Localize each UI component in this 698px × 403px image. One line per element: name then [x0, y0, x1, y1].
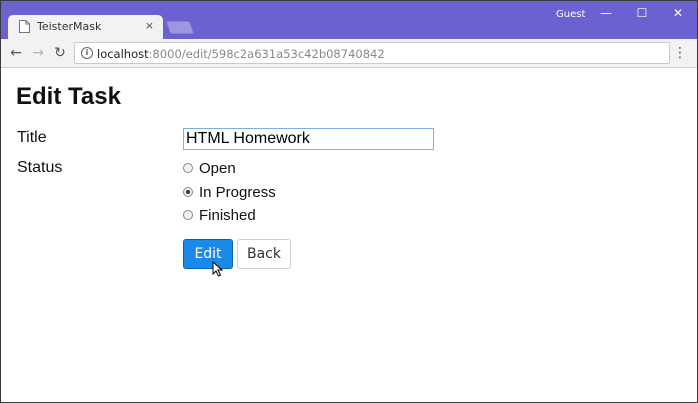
minimize-icon[interactable]: —: [596, 6, 616, 22]
status-option-open[interactable]: Open: [183, 159, 236, 177]
title-input[interactable]: [183, 128, 434, 150]
reload-icon[interactable]: ↻: [52, 44, 68, 62]
status-option-in-progress[interactable]: In Progress: [183, 183, 276, 201]
menu-icon[interactable]: ⋮: [673, 43, 687, 63]
status-radio-in-progress[interactable]: [183, 187, 193, 197]
mouse-cursor-icon: [212, 261, 224, 277]
status-option-label: Open: [199, 159, 236, 177]
url-path: :8000/edit/598c2a631a53c42b08740842: [148, 47, 385, 61]
status-option-label: In Progress: [199, 183, 276, 201]
new-tab-button[interactable]: [165, 21, 195, 34]
maximize-icon[interactable]: ☐: [632, 6, 652, 22]
status-label: Status: [17, 159, 63, 176]
close-tab-icon[interactable]: ×: [145, 19, 154, 32]
status-radio-finished[interactable]: [183, 210, 193, 220]
tab-title: TeisterMask: [37, 20, 102, 33]
status-radio-open[interactable]: [183, 163, 193, 173]
page-icon: [19, 20, 30, 33]
address-bar[interactable]: i localhost:8000/edit/598c2a631a53c42b08…: [74, 42, 670, 64]
url-host: localhost: [97, 47, 149, 61]
title-label: Title: [17, 129, 47, 146]
url-text[interactable]: localhost:8000/edit/598c2a631a53c42b0874…: [97, 47, 385, 61]
status-option-finished[interactable]: Finished: [183, 206, 256, 224]
title-bar: TeisterMask × Guest — ☐ ✕: [1, 1, 697, 39]
browser-toolbar: ← → ↻ i localhost:8000/edit/598c2a631a53…: [1, 39, 697, 68]
close-window-icon[interactable]: ✕: [668, 6, 688, 22]
forward-arrow-icon[interactable]: →: [30, 44, 46, 62]
edit-button[interactable]: Edit: [183, 239, 233, 269]
browser-tab[interactable]: TeisterMask ×: [8, 15, 163, 39]
profile-label[interactable]: Guest: [556, 9, 585, 20]
back-arrow-icon[interactable]: ←: [8, 44, 24, 62]
status-option-label: Finished: [199, 206, 256, 224]
info-icon[interactable]: i: [81, 47, 93, 59]
back-button[interactable]: Back: [237, 239, 291, 269]
browser-window: TeisterMask × Guest — ☐ ✕ ← → ↻ i localh…: [0, 0, 698, 403]
page-title: Edit Task: [16, 83, 121, 110]
